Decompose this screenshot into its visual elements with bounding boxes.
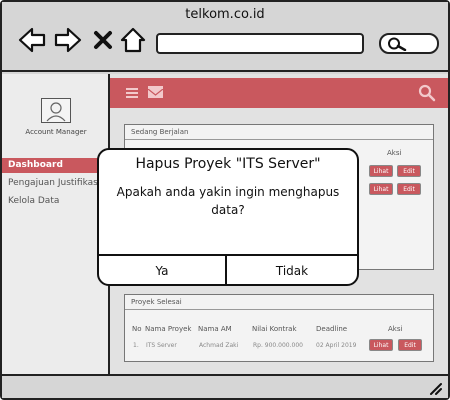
column-header: No	[132, 325, 142, 333]
close-icon[interactable]	[92, 26, 114, 54]
user-icon	[46, 102, 66, 122]
ongoing-action-header: Aksi	[387, 149, 402, 157]
cancel-button[interactable]: Tidak	[227, 256, 357, 286]
account-role-label: Account Manager	[25, 128, 87, 136]
browser-search-box[interactable]	[379, 33, 439, 54]
sidebar: Account Manager Dashboard Pengajuan Just…	[2, 74, 110, 374]
search-icon	[388, 37, 407, 51]
sidebar-item-pengajuan-justifikasi[interactable]: Pengajuan Justifikasi	[2, 176, 110, 191]
app-header	[110, 78, 448, 108]
back-arrow-icon[interactable]	[18, 26, 46, 54]
sidebar-item-kelola-data[interactable]: Kelola Data	[2, 194, 110, 209]
column-header: Nilai Kontrak	[252, 325, 297, 333]
forward-arrow-icon[interactable]	[54, 26, 82, 54]
table-cell: Achmad Zaki	[199, 342, 239, 349]
site-title: telkom.co.id	[185, 7, 265, 22]
menu-icon[interactable]	[126, 88, 138, 98]
delete-confirm-dialog: Hapus Proyek "ITS Server" Apakah anda ya…	[97, 148, 359, 286]
column-header: Nama Proyek	[145, 325, 192, 333]
column-header: Aksi	[388, 325, 403, 333]
panel-ongoing-title: Sedang Berjalan	[131, 128, 189, 136]
dialog-message: Apakah anda yakin ingin menghapus data?	[116, 185, 340, 217]
home-icon[interactable]	[119, 26, 147, 54]
resize-handle-icon[interactable]	[428, 381, 442, 395]
sidebar-item-dashboard[interactable]: Dashboard	[2, 158, 110, 173]
column-header: Nama AM	[198, 325, 232, 333]
browser-status-bar	[2, 374, 448, 398]
browser-toolbar: telkom.co.id	[2, 2, 448, 72]
edit-button[interactable]: Edit	[398, 339, 422, 351]
header-search-icon[interactable]	[418, 84, 436, 102]
column-header: Deadline	[316, 325, 348, 333]
edit-button[interactable]: Edit	[397, 165, 421, 177]
view-button[interactable]: Lihat	[369, 165, 393, 177]
panel-finished-projects: Proyek Selesai No Nama Proyek Nama AM Ni…	[124, 294, 434, 362]
confirm-button[interactable]: Ya	[99, 256, 227, 286]
mail-icon[interactable]	[147, 86, 164, 98]
table-cell: 1.	[133, 342, 139, 349]
address-bar[interactable]	[156, 33, 364, 54]
view-button[interactable]: Lihat	[369, 339, 393, 351]
edit-button[interactable]: Edit	[397, 183, 421, 195]
table-cell: Rp. 900.000.000	[253, 342, 303, 349]
panel-finished-title: Proyek Selesai	[131, 298, 182, 306]
view-button[interactable]: Lihat	[369, 183, 393, 195]
table-cell: 02 April 2019	[316, 342, 357, 349]
dialog-title: Hapus Proyek "ITS Server"	[135, 156, 321, 172]
browser-window: telkom.co.id Account Manager Dashboard P…	[0, 0, 450, 400]
table-cell: ITS Server	[146, 342, 177, 349]
avatar	[41, 98, 71, 123]
